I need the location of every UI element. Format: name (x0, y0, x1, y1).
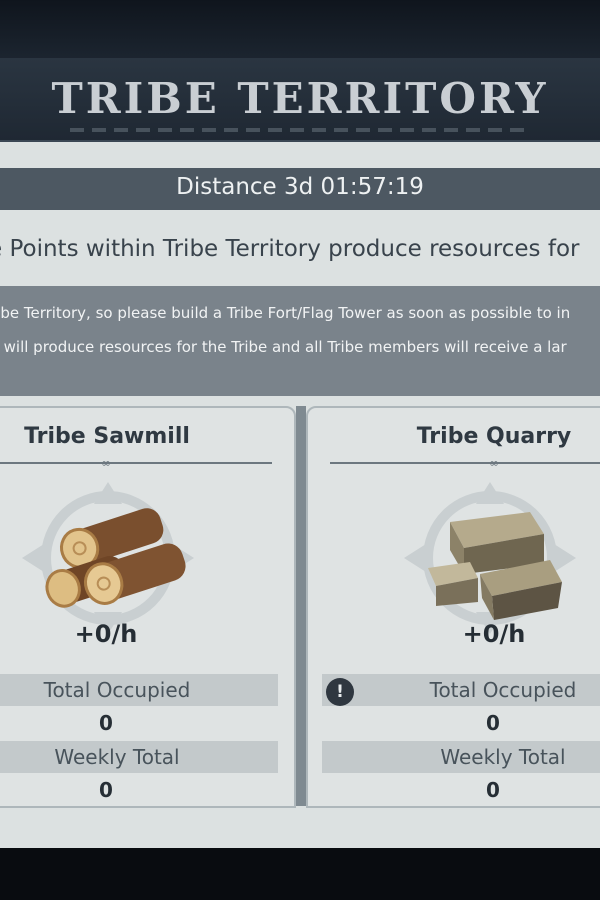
quarry-total-occupied-label: Total Occupied (429, 678, 577, 702)
info-text-line-2: y will produce resources for the Tribe a… (0, 338, 567, 356)
sawmill-title: Tribe Sawmill (24, 424, 190, 449)
info-text-line-1: ribe Territory, so please build a Tribe … (0, 304, 571, 322)
background-top (0, 0, 600, 60)
quarry-weekly-total-value: 0 (486, 778, 500, 802)
card-divider (296, 406, 306, 806)
distance-timer: Distance 3d 01:57:19 (176, 174, 424, 200)
sawmill-weekly-total-value: 0 (99, 778, 113, 802)
stone-blocks-icon (404, 482, 576, 634)
quarry-title-rule (330, 462, 600, 464)
sawmill-rate: +0/h (74, 620, 138, 648)
quarry-total-occupied-value: 0 (486, 711, 500, 735)
page-title: TRIBE TERRITORY (51, 74, 549, 123)
sawmill-title-rule (0, 462, 272, 464)
rule-knot-icon: ∞ (101, 456, 111, 470)
quarry-rate: +0/h (462, 620, 526, 648)
sawmill-total-occupied-value: 0 (99, 711, 113, 735)
sawmill-total-occupied-label: Total Occupied (43, 678, 191, 702)
quarry-title: Tribe Quarry (416, 424, 572, 449)
quarry-weekly-total-label: Weekly Total (440, 745, 566, 769)
warning-icon[interactable]: ! (326, 678, 354, 706)
intro-text: e Points within Tribe Territory produce … (0, 236, 580, 262)
sawmill-weekly-total-label: Weekly Total (54, 745, 180, 769)
background-bottom (0, 848, 600, 900)
wood-logs-icon (22, 482, 194, 634)
title-ornament (70, 128, 530, 132)
rule-knot-icon: ∞ (489, 456, 499, 470)
